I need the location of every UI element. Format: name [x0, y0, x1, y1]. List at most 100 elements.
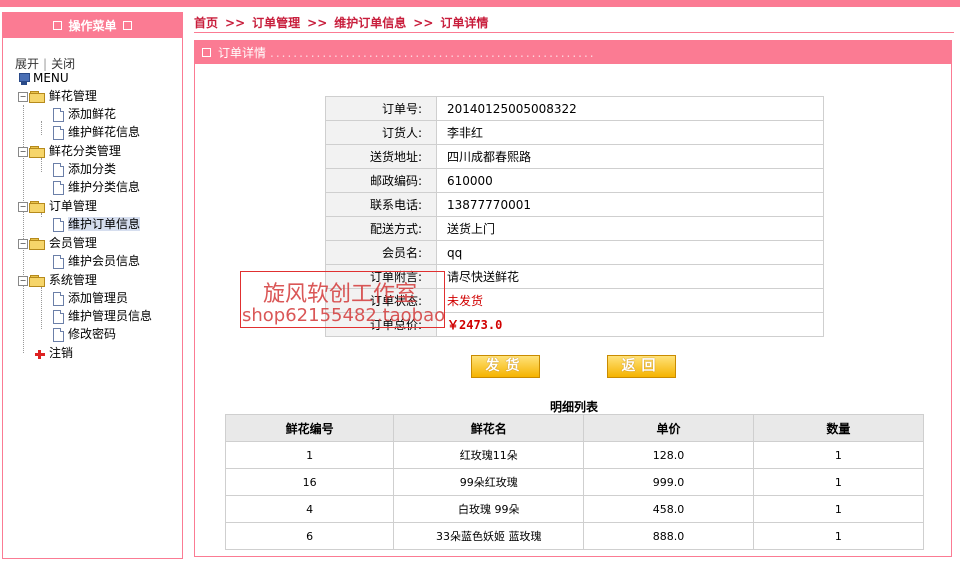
sidebar: 操作菜单 展开 | 关闭 MENU − 鲜花管理 添加鲜花 维护鲜花信息 − 鲜花分…	[2, 12, 183, 559]
sidebar-item-manage-orders[interactable]: 维护订单信息	[53, 216, 141, 233]
table-cell: 1	[752, 495, 925, 523]
minus-icon[interactable]: −	[18, 275, 28, 286]
breadcrumb-divider	[194, 32, 954, 33]
order-info-row: 会员名: qq	[325, 240, 824, 265]
divider: |	[43, 57, 48, 71]
column-header: 鲜花编号	[224, 414, 395, 442]
order-info-label: 配送方式:	[325, 216, 437, 241]
table-cell: 4	[224, 495, 395, 523]
menu-root-label: MENU	[33, 71, 69, 85]
tree-group-orders[interactable]: − 订单管理	[18, 198, 97, 215]
breadcrumb-manage-orders[interactable]: 维护订单信息	[334, 16, 406, 30]
tree-connector	[41, 158, 42, 172]
panel-title: 订单详情	[218, 46, 267, 60]
menu-root[interactable]: MENU	[18, 70, 69, 87]
square-icon	[53, 21, 63, 30]
page-icon	[53, 254, 64, 269]
page-icon	[53, 107, 64, 122]
order-info-row: 邮政编码: 610000	[325, 168, 824, 193]
ship-button[interactable]: 发货	[471, 355, 540, 378]
order-info-value: 610000	[436, 168, 824, 193]
breadcrumb-current: 订单详情	[440, 16, 489, 30]
minus-icon[interactable]: −	[18, 91, 28, 102]
breadcrumb-home[interactable]: 首页	[194, 16, 218, 30]
sidebar-item-manage-admins[interactable]: 维护管理员信息	[53, 308, 152, 325]
sidebar-item-add-admin[interactable]: 添加管理员	[53, 290, 128, 307]
table-cell: 99朵红玫瑰	[393, 468, 585, 496]
order-info-row: 订货人: 李非红	[325, 120, 824, 145]
tree-group-label: 会员管理	[48, 236, 97, 250]
table-cell: 1	[224, 441, 395, 469]
sidebar-item-change-password[interactable]: 修改密码	[53, 326, 116, 343]
sidebar-item-label: 维护会员信息	[68, 254, 141, 268]
sidebar-item-label: 添加分类	[68, 162, 117, 176]
sidebar-item-label: 维护鲜花信息	[68, 125, 141, 139]
breadcrumb-orders[interactable]: 订单管理	[252, 16, 300, 30]
order-info-value: 13877770001	[436, 192, 824, 217]
order-info-row: 送货地址: 四川成都春熙路	[325, 144, 824, 169]
sidebar-item-label: 注销	[49, 346, 74, 360]
sidebar-item-manage-categories[interactable]: 维护分类信息	[53, 179, 140, 196]
folder-icon	[29, 201, 45, 213]
table-cell: 红玫瑰11朵	[393, 441, 585, 469]
page-icon	[53, 217, 64, 232]
order-info-value: 李非红	[436, 120, 824, 145]
top-accent-bar	[0, 0, 960, 7]
tree-group-system[interactable]: − 系统管理	[18, 272, 97, 289]
sidebar-item-manage-flowers[interactable]: 维护鲜花信息	[53, 124, 140, 141]
tree-group-categories[interactable]: − 鲜花分类管理	[18, 143, 121, 160]
sidebar-item-logout[interactable]: 注销	[34, 345, 73, 362]
table-cell: 999.0	[583, 468, 754, 496]
page-icon	[53, 309, 64, 324]
sidebar-item-label: 维护分类信息	[68, 180, 141, 194]
table-cell: 458.0	[583, 495, 754, 523]
tree-connector	[41, 121, 42, 135]
sidebar-item-label: 修改密码	[68, 327, 117, 341]
watermark-line2: shop62155482.taobao	[242, 305, 446, 326]
sidebar-header: 操作菜单	[3, 13, 182, 38]
page-icon	[53, 162, 64, 177]
order-info-row: 配送方式: 送货上门	[325, 216, 824, 241]
sidebar-item-add-category[interactable]: 添加分类	[53, 161, 116, 178]
order-items-table: 鲜花编号 鲜花名 单价 数量 1 红玫瑰11朵 128.0 1 16 99朵红玫瑰 999.0 1 4…	[224, 414, 925, 550]
folder-icon	[29, 91, 45, 103]
order-info-value: 20140125005008322	[436, 96, 824, 121]
sidebar-title: 操作菜单	[68, 19, 117, 33]
table-cell: 白玫瑰 99朵	[393, 495, 585, 523]
column-header: 鲜花名	[393, 414, 585, 442]
minus-icon[interactable]: −	[18, 146, 28, 157]
order-info-value: ￥2473.0	[436, 312, 824, 337]
tree-group-flowers[interactable]: − 鲜花管理	[18, 88, 97, 105]
page-icon	[53, 125, 64, 140]
folder-icon	[29, 238, 45, 250]
order-info-label: 订货人:	[325, 120, 437, 145]
square-icon	[122, 21, 132, 30]
sidebar-item-manage-members[interactable]: 维护会员信息	[53, 253, 140, 270]
sidebar-item-label-selected: 维护订单信息	[68, 217, 141, 231]
collapse-all-link[interactable]: 关闭	[51, 57, 75, 71]
order-info-label: 订单号:	[325, 96, 437, 121]
table-cell: 888.0	[583, 522, 754, 550]
breadcrumb: 首页 >> 订单管理 >> 维护订单信息 >> 订单详情	[194, 14, 488, 31]
minus-icon[interactable]: −	[18, 238, 28, 249]
folder-icon	[29, 146, 45, 158]
detail-list-title: 明细列表	[549, 400, 598, 414]
order-info-value: 未发货	[436, 288, 824, 313]
tree-group-members[interactable]: − 会员管理	[18, 235, 97, 252]
panel-header: 订单详情 ...................................…	[195, 41, 951, 64]
sidebar-item-add-flower[interactable]: 添加鲜花	[53, 106, 116, 123]
minus-icon[interactable]: −	[18, 201, 28, 212]
tree-group-label: 鲜花管理	[48, 89, 97, 103]
tree-group-label: 系统管理	[48, 273, 97, 287]
page-icon	[53, 327, 64, 342]
expand-all-link[interactable]: 展开	[15, 57, 39, 71]
breadcrumb-separator: >>	[225, 16, 246, 30]
back-button[interactable]: 返回	[607, 355, 676, 378]
order-info-label: 邮政编码:	[325, 168, 437, 193]
table-cell: 1	[752, 441, 925, 469]
order-info-value: qq	[436, 240, 824, 265]
tree-connector	[41, 287, 42, 329]
table-cell: 1	[752, 468, 925, 496]
column-header: 数量	[752, 414, 925, 442]
tree-group-label: 订单管理	[48, 199, 97, 213]
